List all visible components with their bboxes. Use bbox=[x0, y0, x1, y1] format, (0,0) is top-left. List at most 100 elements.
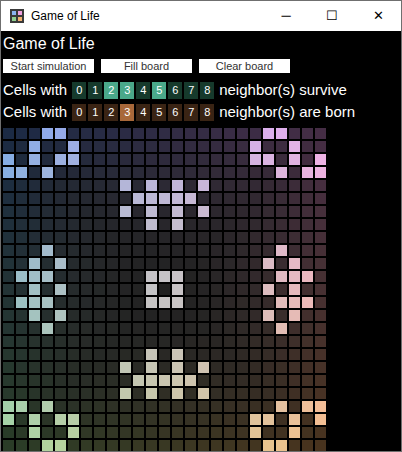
cell[interactable] bbox=[81, 167, 92, 178]
cell[interactable] bbox=[263, 401, 274, 412]
cell[interactable] bbox=[211, 180, 222, 191]
cell[interactable] bbox=[29, 427, 40, 438]
cell[interactable] bbox=[120, 271, 131, 282]
cell[interactable] bbox=[120, 362, 131, 373]
cell[interactable] bbox=[55, 232, 66, 243]
cell[interactable] bbox=[107, 128, 118, 139]
cell[interactable] bbox=[172, 206, 183, 217]
cell[interactable] bbox=[68, 271, 79, 282]
cell[interactable] bbox=[29, 401, 40, 412]
cell[interactable] bbox=[237, 375, 248, 386]
cell[interactable] bbox=[107, 427, 118, 438]
cell[interactable] bbox=[107, 336, 118, 347]
cell[interactable] bbox=[289, 336, 300, 347]
cell[interactable] bbox=[224, 388, 235, 399]
cell[interactable] bbox=[198, 258, 209, 269]
cell[interactable] bbox=[211, 427, 222, 438]
cell[interactable] bbox=[224, 297, 235, 308]
cell[interactable] bbox=[250, 219, 261, 230]
cell[interactable] bbox=[120, 258, 131, 269]
cell[interactable] bbox=[3, 141, 14, 152]
cell[interactable] bbox=[3, 128, 14, 139]
cell[interactable] bbox=[185, 336, 196, 347]
cell[interactable] bbox=[185, 245, 196, 256]
cell[interactable] bbox=[276, 349, 287, 360]
cell[interactable] bbox=[276, 180, 287, 191]
cell[interactable] bbox=[198, 310, 209, 321]
cell[interactable] bbox=[146, 154, 157, 165]
cell[interactable] bbox=[133, 206, 144, 217]
cell[interactable] bbox=[29, 206, 40, 217]
cell[interactable] bbox=[211, 284, 222, 295]
cell[interactable] bbox=[29, 154, 40, 165]
cell[interactable] bbox=[120, 388, 131, 399]
cell[interactable] bbox=[42, 245, 53, 256]
cell[interactable] bbox=[29, 180, 40, 191]
cell[interactable] bbox=[42, 128, 53, 139]
cell[interactable] bbox=[250, 323, 261, 334]
cell[interactable] bbox=[315, 349, 326, 360]
cell[interactable] bbox=[55, 440, 66, 451]
cell[interactable] bbox=[315, 193, 326, 204]
cell[interactable] bbox=[133, 232, 144, 243]
cell[interactable] bbox=[237, 388, 248, 399]
cell[interactable] bbox=[94, 206, 105, 217]
cell[interactable] bbox=[29, 232, 40, 243]
cell[interactable] bbox=[276, 440, 287, 451]
cell[interactable] bbox=[289, 232, 300, 243]
cell[interactable] bbox=[276, 284, 287, 295]
cell[interactable] bbox=[16, 167, 27, 178]
cell[interactable] bbox=[81, 206, 92, 217]
cell[interactable] bbox=[289, 128, 300, 139]
cell[interactable] bbox=[68, 388, 79, 399]
cell[interactable] bbox=[29, 219, 40, 230]
cell[interactable] bbox=[107, 323, 118, 334]
cell[interactable] bbox=[315, 206, 326, 217]
cell[interactable] bbox=[315, 401, 326, 412]
cell[interactable] bbox=[159, 167, 170, 178]
cell[interactable] bbox=[302, 245, 313, 256]
cell[interactable] bbox=[94, 414, 105, 425]
cell[interactable] bbox=[159, 401, 170, 412]
cell[interactable] bbox=[94, 167, 105, 178]
cell[interactable] bbox=[185, 310, 196, 321]
count-toggle[interactable]: 6 bbox=[168, 82, 182, 99]
cell[interactable] bbox=[146, 375, 157, 386]
count-toggle[interactable]: 3 bbox=[120, 104, 134, 121]
cell[interactable] bbox=[302, 141, 313, 152]
cell[interactable] bbox=[146, 349, 157, 360]
cell[interactable] bbox=[94, 427, 105, 438]
cell[interactable] bbox=[159, 271, 170, 282]
cell[interactable] bbox=[263, 232, 274, 243]
cell[interactable] bbox=[211, 271, 222, 282]
cell[interactable] bbox=[16, 427, 27, 438]
cell[interactable] bbox=[172, 375, 183, 386]
cell[interactable] bbox=[198, 271, 209, 282]
cell[interactable] bbox=[55, 128, 66, 139]
cell[interactable] bbox=[224, 167, 235, 178]
cell[interactable] bbox=[224, 193, 235, 204]
cell[interactable] bbox=[315, 284, 326, 295]
cell[interactable] bbox=[42, 180, 53, 191]
cell[interactable] bbox=[146, 128, 157, 139]
cell[interactable] bbox=[29, 362, 40, 373]
cell[interactable] bbox=[237, 427, 248, 438]
cell[interactable] bbox=[55, 427, 66, 438]
cell[interactable] bbox=[16, 375, 27, 386]
cell[interactable] bbox=[315, 219, 326, 230]
cell[interactable] bbox=[185, 297, 196, 308]
cell[interactable] bbox=[120, 232, 131, 243]
cell[interactable] bbox=[172, 440, 183, 451]
count-toggle[interactable]: 5 bbox=[152, 104, 166, 121]
cell[interactable] bbox=[224, 349, 235, 360]
action-button[interactable]: Clear board bbox=[199, 59, 290, 73]
cell[interactable] bbox=[237, 245, 248, 256]
cell[interactable] bbox=[146, 362, 157, 373]
action-button[interactable]: Start simulation bbox=[3, 59, 94, 73]
cell[interactable] bbox=[302, 427, 313, 438]
cell[interactable] bbox=[289, 193, 300, 204]
cell[interactable] bbox=[289, 219, 300, 230]
cell[interactable] bbox=[68, 427, 79, 438]
cell[interactable] bbox=[3, 362, 14, 373]
cell[interactable] bbox=[198, 141, 209, 152]
